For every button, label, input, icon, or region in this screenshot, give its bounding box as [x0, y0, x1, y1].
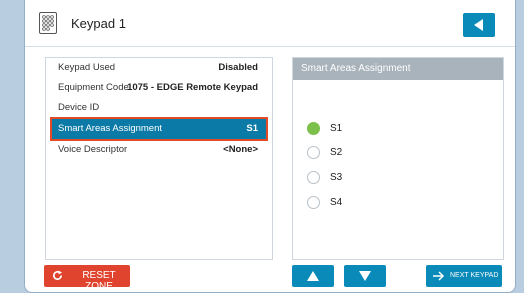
radio-selected-icon[interactable]: [307, 122, 320, 135]
page-title: Keypad 1: [71, 16, 126, 31]
move-up-button[interactable]: [292, 265, 334, 287]
detail-row-device-id[interactable]: Device ID: [52, 98, 266, 118]
smart-area-option-s3[interactable]: S3: [307, 171, 427, 187]
smart-area-label: S4: [330, 197, 343, 208]
detail-row-equipment-code[interactable]: Equipment Code 1075 - EDGE Remote Keypad: [52, 78, 266, 98]
detail-row-voice-descriptor[interactable]: Voice Descriptor <None>: [52, 140, 266, 160]
detail-value: Disabled: [218, 62, 258, 73]
detail-value: S1: [246, 123, 258, 134]
reset-zone-button[interactable]: RESET ZONE: [44, 265, 130, 292]
keypad-icon: [39, 12, 57, 34]
radio-unselected-icon[interactable]: [307, 146, 320, 159]
detail-label: Equipment Code: [58, 82, 129, 93]
reset-zone-label: RESET ZONE: [82, 270, 116, 292]
detail-row-smart-areas-assignment[interactable]: Smart Areas Assignment S1: [50, 117, 268, 141]
smart-areas-panel: Smart Areas Assignment S1 S2 S3 S4: [292, 57, 504, 260]
detail-value: 1075 - EDGE Remote Keypad: [127, 82, 258, 93]
keypad-details-list: Keypad Used Disabled Equipment Code 1075…: [45, 57, 273, 260]
smart-areas-title: Smart Areas Assignment: [293, 58, 503, 80]
smart-area-label: S3: [330, 172, 343, 183]
arrow-right-icon: [433, 271, 445, 281]
detail-label: Keypad Used: [58, 62, 116, 73]
detail-row-keypad-used[interactable]: Keypad Used Disabled: [52, 58, 266, 78]
back-arrow-icon: [474, 19, 483, 31]
next-keypad-button[interactable]: NEXT KEYPAD: [426, 265, 502, 287]
detail-label: Voice Descriptor: [58, 144, 128, 155]
reset-icon: [53, 270, 63, 280]
panel-header: Keypad 1: [25, 0, 515, 47]
detail-value: <None>: [223, 144, 258, 155]
move-down-button[interactable]: [344, 265, 386, 287]
arrow-down-icon: [359, 271, 371, 281]
radio-unselected-icon[interactable]: [307, 171, 320, 184]
smart-area-label: S2: [330, 147, 343, 158]
arrow-up-icon: [307, 271, 319, 281]
back-button[interactable]: [463, 13, 495, 37]
detail-label: Device ID: [58, 102, 100, 113]
radio-unselected-icon[interactable]: [307, 196, 320, 209]
detail-label: Smart Areas Assignment: [58, 123, 163, 134]
smart-area-option-s4[interactable]: S4: [307, 196, 427, 212]
keypad-settings-panel: Keypad 1 Keypad Used Disabled Equipment …: [24, 0, 516, 293]
smart-area-label: S1: [330, 123, 343, 134]
smart-area-option-s2[interactable]: S2: [307, 146, 427, 162]
next-keypad-label: NEXT KEYPAD: [450, 272, 499, 279]
smart-area-option-s1[interactable]: S1: [307, 122, 427, 138]
